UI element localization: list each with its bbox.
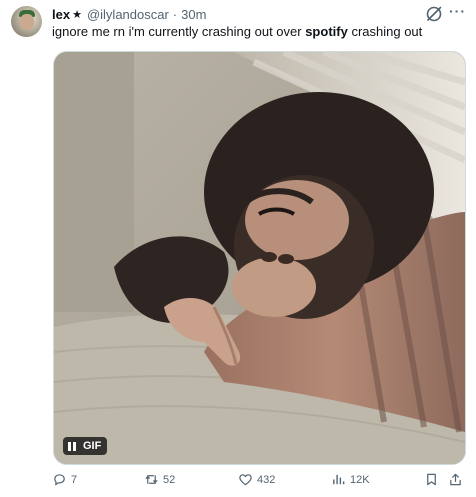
- bookmark-button[interactable]: [424, 472, 439, 487]
- share-icon: [450, 473, 461, 486]
- like-count: 432: [257, 473, 276, 486]
- like-icon: [239, 474, 252, 486]
- views-icon: [333, 474, 345, 485]
- reply-button[interactable]: 7: [52, 472, 77, 487]
- gif-frame: [54, 52, 465, 464]
- bookmark-icon: [427, 473, 436, 486]
- author-name[interactable]: lex: [52, 7, 70, 22]
- gif-badge[interactable]: GIF: [63, 437, 108, 455]
- avatar[interactable]: [11, 6, 42, 37]
- tweet-header: lex ★ @ilylandoscar · 30m: [52, 6, 206, 22]
- action-bar: 7 52 432 12K: [0, 472, 476, 490]
- retweet-button[interactable]: 52: [144, 472, 175, 487]
- star-badge: ★: [72, 8, 82, 21]
- views-count: 12K: [350, 473, 370, 486]
- gif-label: GIF: [83, 440, 102, 452]
- pause-icon[interactable]: [67, 441, 77, 451]
- more-icon[interactable]: ···: [449, 4, 467, 22]
- tweet-text-after: crashing out: [347, 24, 423, 39]
- timestamp[interactable]: 30m: [181, 7, 206, 22]
- tweet-text-bold: spotify: [305, 24, 348, 39]
- retweet-count: 52: [163, 473, 176, 486]
- reply-count: 7: [71, 473, 78, 486]
- gif-media[interactable]: GIF: [53, 51, 466, 465]
- author-handle[interactable]: @ilylandoscar: [87, 7, 169, 22]
- reply-icon: [54, 474, 65, 486]
- avatar-face: [20, 14, 34, 30]
- tweet[interactable]: lex ★ @ilylandoscar · 30m ··· ignore me …: [0, 0, 476, 497]
- tweet-text: ignore me rn i'm currently crashing out …: [52, 24, 422, 39]
- share-button[interactable]: [448, 472, 463, 487]
- views-button[interactable]: 12K: [331, 472, 370, 487]
- retweet-icon: [145, 475, 158, 484]
- tweet-text-before: ignore me rn i'm currently crashing out …: [52, 24, 306, 39]
- separator-dot: ·: [172, 6, 178, 22]
- like-button[interactable]: 432: [238, 472, 275, 487]
- grok-icon[interactable]: [425, 5, 443, 23]
